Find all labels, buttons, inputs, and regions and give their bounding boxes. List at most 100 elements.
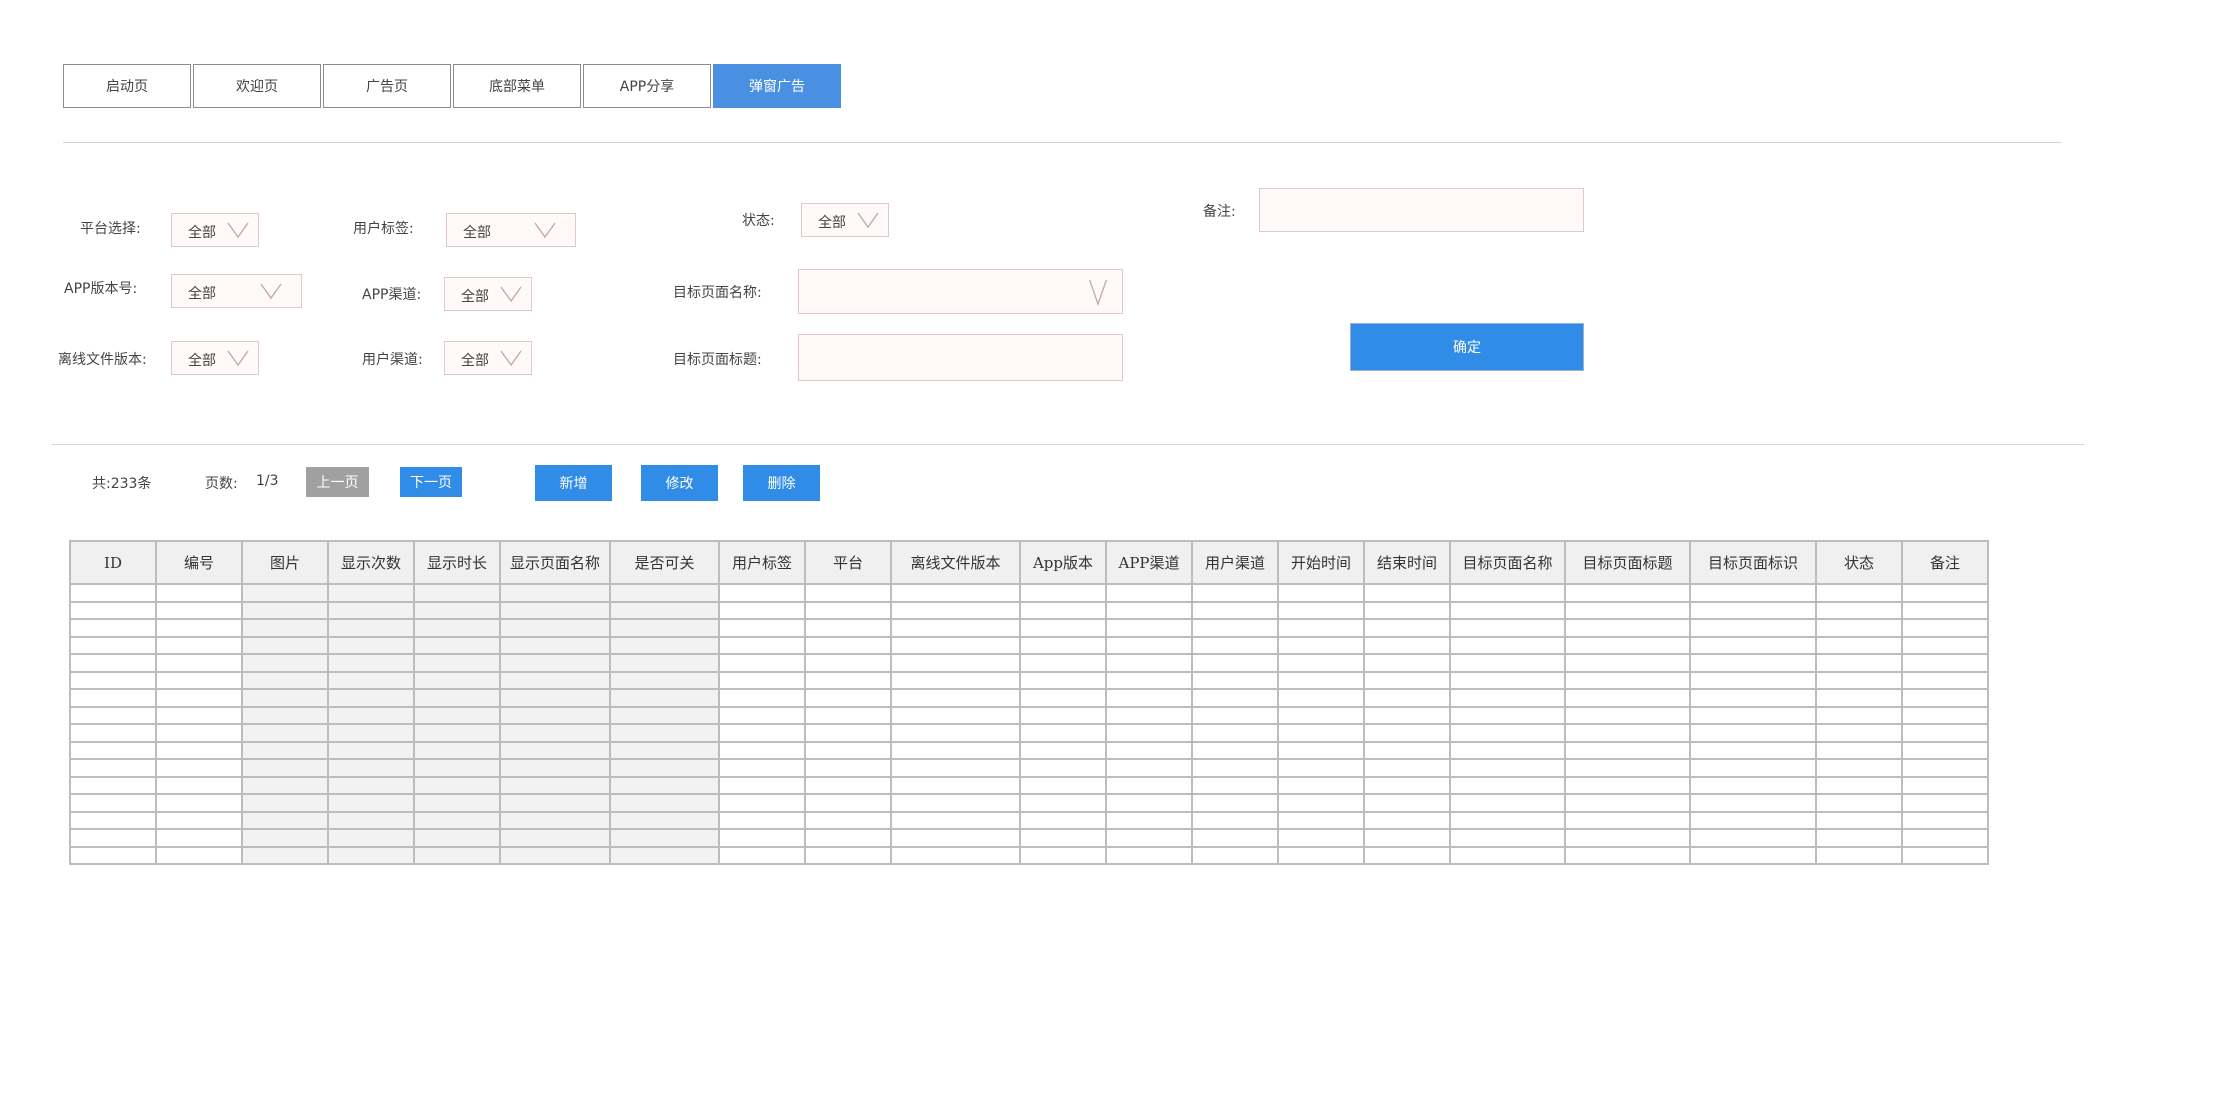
table-row[interactable]	[69, 705, 1989, 725]
column-header[interactable]: 离线文件版本	[890, 540, 1021, 585]
tab-bottom-menu[interactable]: 底部菜单	[453, 64, 581, 108]
table-row[interactable]	[69, 583, 1989, 603]
table-cell	[1449, 670, 1566, 690]
chevron-down-icon	[1088, 279, 1108, 306]
edit-button[interactable]: 修改	[641, 465, 718, 501]
table-cell	[413, 583, 501, 603]
table-row[interactable]	[69, 845, 1989, 865]
table-cell	[327, 670, 415, 690]
table-cell	[69, 723, 157, 743]
table-row[interactable]	[69, 670, 1989, 690]
table-cell	[609, 635, 720, 655]
table-row[interactable]	[69, 618, 1989, 638]
app-channel-select[interactable]: 全部	[444, 277, 532, 311]
column-header[interactable]: 目标页面名称	[1449, 540, 1566, 585]
column-header[interactable]: 用户渠道	[1191, 540, 1279, 585]
prev-page-button[interactable]: 上一页	[306, 467, 369, 497]
table-cell	[1689, 723, 1817, 743]
add-button[interactable]: 新增	[535, 465, 612, 501]
table-cell	[609, 600, 720, 620]
table-cell	[241, 828, 329, 848]
table-row[interactable]	[69, 758, 1989, 778]
table-cell	[241, 845, 329, 865]
user-tag-select[interactable]: 全部	[446, 213, 576, 247]
column-header[interactable]: 开始时间	[1277, 540, 1365, 585]
table-cell	[1105, 653, 1193, 673]
table-cell	[327, 758, 415, 778]
offline-version-select[interactable]: 全部	[171, 341, 259, 375]
table-row[interactable]	[69, 810, 1989, 830]
column-header[interactable]: 图片	[241, 540, 329, 585]
column-header[interactable]: 结束时间	[1363, 540, 1451, 585]
table-row[interactable]	[69, 723, 1989, 743]
target-page-name-select[interactable]	[798, 269, 1123, 314]
table-cell	[1019, 740, 1107, 760]
table-cell	[1277, 828, 1365, 848]
app-version-select[interactable]: 全部	[171, 274, 302, 308]
table-row[interactable]	[69, 688, 1989, 708]
column-header[interactable]: 平台	[804, 540, 892, 585]
table-cell	[327, 688, 415, 708]
column-header[interactable]: 目标页面标识	[1689, 540, 1817, 585]
column-header[interactable]: 显示页面名称	[499, 540, 611, 585]
delete-button[interactable]: 删除	[743, 465, 820, 501]
table-cell	[69, 583, 157, 603]
table-cell	[609, 845, 720, 865]
confirm-button[interactable]: 确定	[1350, 323, 1584, 371]
table-cell	[1901, 635, 1989, 655]
column-header[interactable]: 目标页面标题	[1564, 540, 1691, 585]
table-cell	[718, 793, 806, 813]
table-cell	[327, 635, 415, 655]
table-row[interactable]	[69, 653, 1989, 673]
tab-app-share[interactable]: APP分享	[583, 64, 711, 108]
tab-welcome-page[interactable]: 欢迎页	[193, 64, 321, 108]
table-cell	[609, 775, 720, 795]
column-header[interactable]: 备注	[1901, 540, 1989, 585]
table-cell	[1105, 600, 1193, 620]
user-channel-select[interactable]: 全部	[444, 341, 532, 375]
column-header[interactable]: 编号	[155, 540, 243, 585]
table-row[interactable]	[69, 828, 1989, 848]
platform-select[interactable]: 全部	[171, 213, 259, 247]
table-cell	[609, 670, 720, 690]
table-cell	[1815, 723, 1903, 743]
table-cell	[499, 828, 611, 848]
status-select[interactable]: 全部	[801, 203, 889, 237]
remark-input[interactable]	[1259, 188, 1584, 232]
table-cell	[499, 758, 611, 778]
table-cell	[609, 740, 720, 760]
column-header[interactable]: ID	[69, 540, 157, 585]
table-cell	[1363, 740, 1451, 760]
table-row[interactable]	[69, 793, 1989, 813]
table-cell	[1019, 705, 1107, 725]
table-cell	[1363, 810, 1451, 830]
table-cell	[609, 810, 720, 830]
table-row[interactable]	[69, 600, 1989, 620]
column-header[interactable]: 显示时长	[413, 540, 501, 585]
table-row[interactable]	[69, 740, 1989, 760]
column-header[interactable]: 状态	[1815, 540, 1903, 585]
column-header[interactable]: 用户标签	[718, 540, 806, 585]
table-cell	[327, 705, 415, 725]
table-row[interactable]	[69, 635, 1989, 655]
target-page-title-input[interactable]	[798, 334, 1123, 381]
table-cell	[1449, 845, 1566, 865]
column-header[interactable]: APP渠道	[1105, 540, 1193, 585]
column-header[interactable]: App版本	[1019, 540, 1107, 585]
column-header[interactable]: 是否可关	[609, 540, 720, 585]
table-cell	[1564, 775, 1691, 795]
column-header[interactable]: 显示次数	[327, 540, 415, 585]
table-cell	[1277, 758, 1365, 778]
table-cell	[499, 653, 611, 673]
target-page-title-label: 目标页面标题:	[673, 352, 762, 368]
tab-popup-ad[interactable]: 弹窗广告	[713, 64, 841, 108]
table-cell	[1277, 653, 1365, 673]
table-cell	[890, 793, 1021, 813]
table-cell	[1815, 810, 1903, 830]
tab-launch-page[interactable]: 启动页	[63, 64, 191, 108]
tab-ad-page[interactable]: 广告页	[323, 64, 451, 108]
table-cell	[718, 618, 806, 638]
next-page-button[interactable]: 下一页	[400, 467, 462, 497]
table-row[interactable]	[69, 775, 1989, 795]
table-cell	[1191, 653, 1279, 673]
